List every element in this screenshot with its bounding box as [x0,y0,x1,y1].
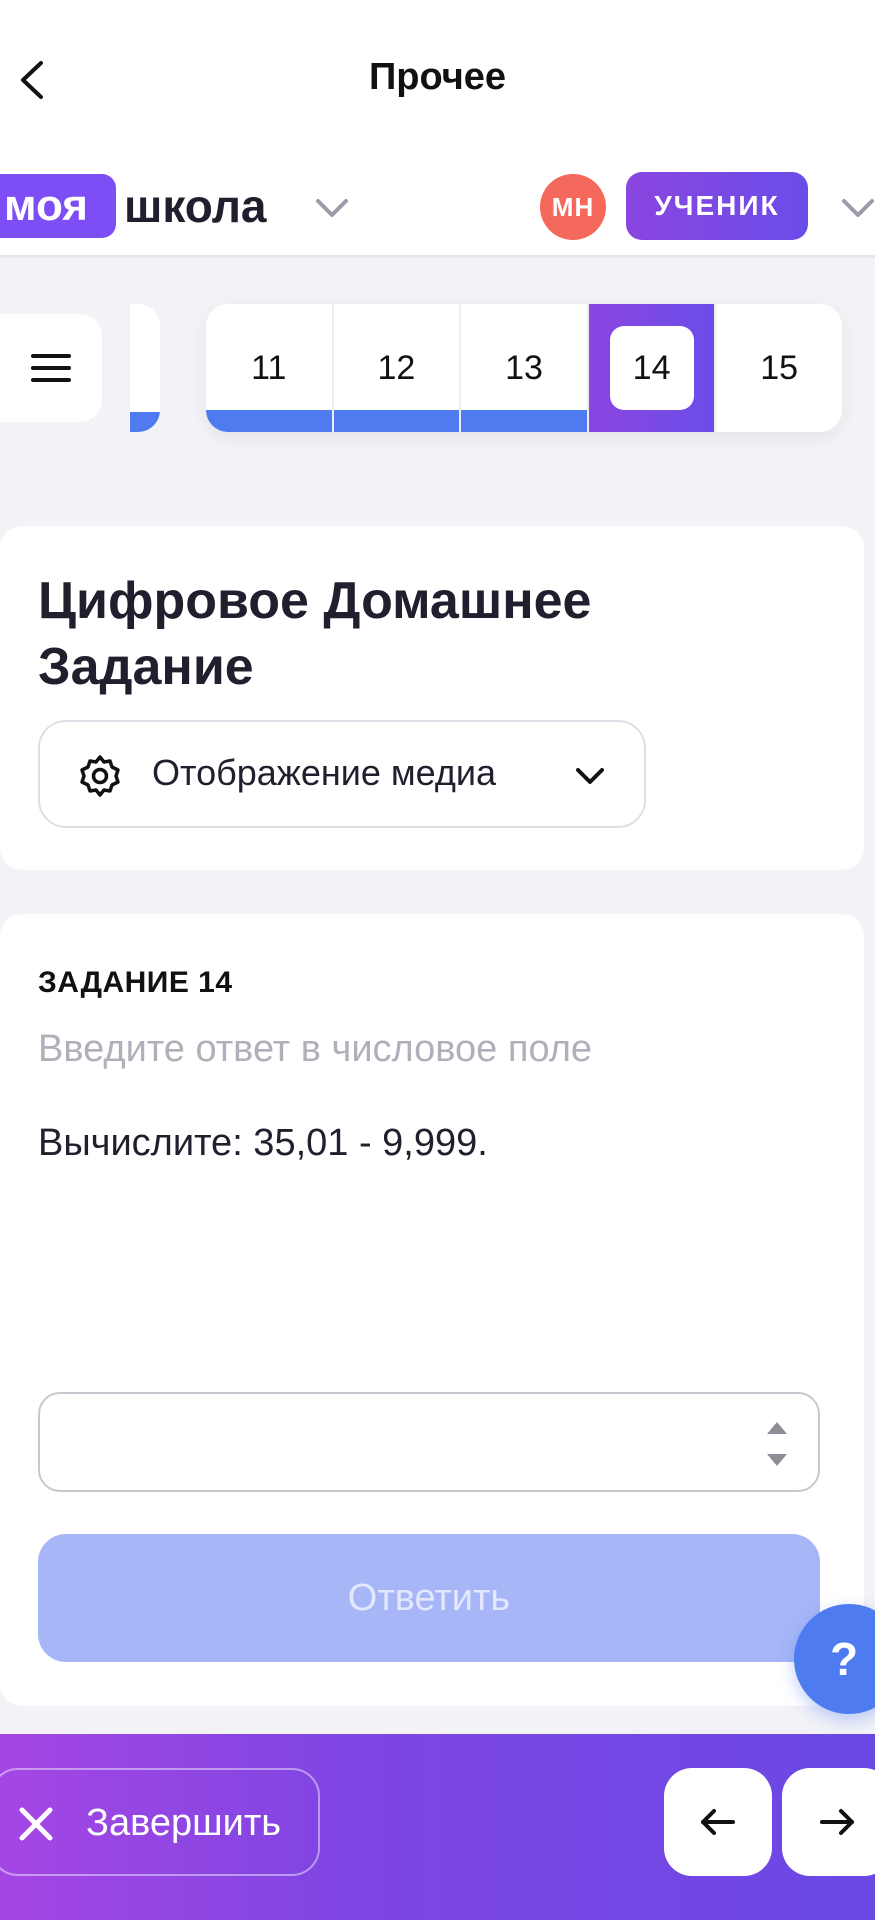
task-nav-item-15[interactable]: 15 [716,304,842,432]
task-hint: Введите ответ в числовое поле [38,1028,593,1070]
number-stepper-icon[interactable] [752,1416,802,1472]
assignment-header-card: Цифровое Домашнее Задание Отображение ме… [0,526,864,870]
task-nav-item-11[interactable]: 11 [206,304,334,432]
finish-button[interactable]: Завершить [0,1768,320,1876]
bottom-action-bar: Завершить [0,1734,875,1920]
page-title: Прочее [368,56,507,98]
task-number: ЗАДАНИЕ 14 [38,966,233,999]
role-badge[interactable]: УЧЕНИК [626,172,808,240]
task-nav-item-13[interactable]: 13 [461,304,589,432]
media-display-dropdown[interactable]: Отображение медиа [38,720,646,828]
task-nav-item-12[interactable]: 12 [333,304,462,432]
task-nav-strip: 11 12 13 14 15 [206,304,842,432]
school-dropdown-chevron-icon[interactable] [312,190,352,226]
answer-input[interactable] [60,1414,740,1472]
task-nav-scroll-stub[interactable] [130,304,160,432]
school-header: моя школа МН УЧЕНИК [0,160,875,258]
finish-label: Завершить [86,1802,282,1844]
close-icon [19,1807,53,1841]
role-dropdown-chevron-icon[interactable] [838,190,875,226]
top-nav-bar: Прочее [0,0,875,160]
arrow-right-icon [820,1809,854,1835]
task-question: Вычислите: 35,01 - 9,999. [38,1122,488,1164]
gear-icon [80,755,120,797]
media-display-label: Отображение медиа [152,752,497,793]
hamburger-menu-icon [31,354,71,382]
task-card: ЗАДАНИЕ 14 Введите ответ в числовое поле… [0,914,864,1706]
arrow-left-icon [701,1809,735,1835]
submit-answer-button[interactable]: Ответить [38,1534,820,1662]
previous-task-button[interactable] [664,1768,772,1876]
task-menu-button[interactable] [0,314,102,422]
assignment-title: Цифровое Домашнее Задание [38,572,592,696]
help-label: ? [830,1633,859,1685]
task-nav-item-14[interactable]: 14 [588,304,717,432]
chevron-down-icon [576,768,604,784]
logo-moya: моя [0,174,116,238]
user-avatar[interactable]: МН [540,174,606,240]
logo-shkola: школа [124,180,267,232]
answer-field [38,1392,820,1492]
next-task-button[interactable] [782,1768,875,1876]
